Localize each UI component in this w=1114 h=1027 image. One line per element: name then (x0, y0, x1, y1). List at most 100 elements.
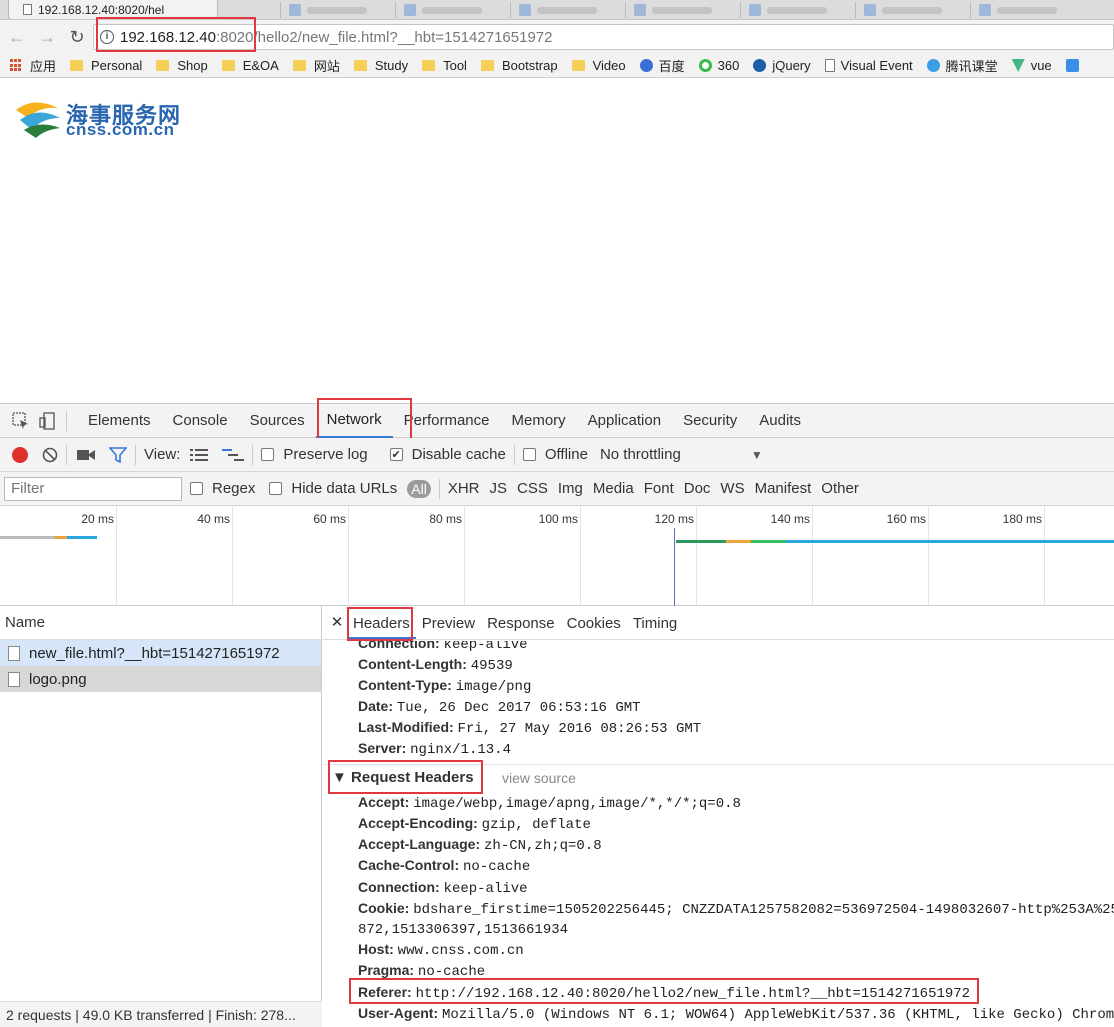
bookmark-visual-event[interactable]: Visual Event (824, 58, 913, 73)
detail-tab-timing[interactable]: Timing (627, 615, 683, 639)
bookmark-folder[interactable]: 网站 (292, 56, 340, 75)
filter-type-doc[interactable]: Doc (684, 480, 711, 497)
devtools-tab-audits[interactable]: Audits (748, 404, 812, 438)
forward-button[interactable]: → (34, 24, 60, 50)
filter-type-other[interactable]: Other (821, 480, 859, 497)
browser-tab[interactable] (395, 2, 482, 18)
bookmark-tencent[interactable]: 腾讯课堂 (926, 56, 998, 75)
tencent-icon (926, 59, 940, 72)
filter-type-css[interactable]: CSS (517, 480, 548, 497)
logo-domain: cnss.com.cn (66, 120, 175, 139)
bookmark-folder[interactable]: Tool (422, 58, 467, 73)
view-label: View: (144, 446, 181, 463)
record-button[interactable] (12, 446, 28, 463)
vue-icon (1011, 59, 1025, 72)
filter-type-img[interactable]: Img (558, 480, 583, 497)
waterfall-overview-icon[interactable] (222, 448, 245, 462)
disable-cache-label: Disable cache (411, 446, 506, 463)
reload-button[interactable]: ↻ (64, 24, 90, 50)
bookmark-folder[interactable]: Video (571, 58, 626, 73)
address-bar[interactable]: i 192.168.12.40:8020/hello2/new_file.htm… (93, 24, 1114, 50)
hide-data-urls-checkbox[interactable] (269, 482, 283, 495)
devtools-tab-network[interactable]: Network (315, 404, 393, 438)
folder-icon (422, 60, 436, 71)
bookmark-360[interactable]: 360 (698, 58, 740, 73)
device-toolbar-icon[interactable] (34, 408, 60, 434)
browser-tab[interactable] (855, 2, 942, 18)
browser-tab[interactable] (970, 2, 1057, 18)
bookmark-folder[interactable]: Bootstrap (480, 58, 558, 73)
filter-type-font[interactable]: Font (644, 480, 674, 497)
devtools-tab-security[interactable]: Security (672, 404, 748, 438)
timeline-tick: 80 ms (429, 512, 462, 526)
request-row[interactable]: new_file.html?__hbt=1514271651972 (0, 640, 321, 666)
detail-tab-cookies[interactable]: Cookies (561, 615, 627, 639)
bookmark-label: 360 (717, 58, 740, 73)
devtools-tab-performance[interactable]: Performance (393, 404, 501, 438)
folder-icon (70, 60, 84, 71)
preserve-log-checkbox[interactable] (261, 448, 275, 461)
request-header-line: Referer: http://192.168.12.40:8020/hello… (358, 984, 971, 1002)
request-headers-section-toggle[interactable]: ▼ Request Headers (332, 769, 474, 786)
back-button[interactable]: ← (4, 24, 30, 50)
request-row[interactable]: logo.png (0, 666, 321, 692)
browser-tab-active[interactable]: 192.168.12.40:8020/hel (8, 0, 218, 19)
bookmark-folder[interactable]: Study (353, 58, 408, 73)
request-list-header-name[interactable]: Name (0, 606, 321, 640)
favicon-icon (289, 4, 301, 16)
filter-funnel-icon[interactable] (109, 446, 127, 463)
filter-type-ws[interactable]: WS (720, 480, 744, 497)
request-header-line: Host: www.cnss.com.cn (358, 941, 524, 959)
filter-type-xhr[interactable]: XHR (448, 480, 480, 497)
filter-type-media[interactable]: Media (593, 480, 634, 497)
detail-tab-headers[interactable]: Headers (347, 615, 416, 639)
devtools-tab-sources[interactable]: Sources (239, 404, 316, 438)
clear-icon[interactable] (42, 447, 58, 463)
bookmark-vue[interactable]: vue (1011, 58, 1052, 73)
bookmark-baidu[interactable]: 百度 (639, 56, 685, 75)
regex-checkbox[interactable] (190, 482, 203, 495)
devtools-tab-console[interactable]: Console (162, 404, 239, 438)
baidu-icon (639, 59, 653, 72)
request-header-line: User-Agent: Mozilla/5.0 (Windows NT 6.1;… (358, 1005, 1114, 1023)
detail-tab-response[interactable]: Response (481, 615, 561, 639)
timeline-tick: 160 ms (886, 512, 926, 526)
bookmark-folder[interactable]: E&OA (221, 58, 279, 73)
devtools-tab-elements[interactable]: Elements (77, 404, 162, 438)
screenshot-camera-icon[interactable] (77, 448, 95, 462)
devtools-tab-application[interactable]: Application (577, 404, 672, 438)
bookmark-translate[interactable] (1065, 59, 1085, 72)
browser-tab[interactable] (510, 2, 597, 18)
info-icon[interactable]: i (100, 30, 114, 44)
view-source-link[interactable]: view source (502, 770, 576, 786)
devtools-tab-memory[interactable]: Memory (501, 404, 577, 438)
timeline-bar (726, 540, 751, 543)
chevron-down-icon[interactable]: ▼ (751, 448, 763, 462)
browser-tab[interactable] (740, 2, 827, 18)
bookmark-folder[interactable]: Shop (156, 58, 208, 73)
bookmark-jquery[interactable]: jQuery (753, 58, 811, 73)
response-header-line: Content-Type: image/png (358, 677, 532, 695)
bookmark-folder[interactable]: Personal (70, 58, 142, 73)
browser-tab[interactable] (625, 2, 712, 18)
timeline-tick: 20 ms (81, 512, 114, 526)
inspect-element-icon[interactable] (8, 408, 34, 434)
filter-type-manifest[interactable]: Manifest (755, 480, 812, 497)
disable-cache-checkbox[interactable]: ✔ (389, 448, 403, 461)
throttling-select[interactable]: No throttling (600, 446, 681, 463)
filter-input[interactable] (4, 476, 182, 501)
network-overview-timeline[interactable]: 20 ms 40 ms 60 ms 80 ms 100 ms 120 ms 14… (0, 506, 1114, 606)
close-icon[interactable]: ✕ (327, 613, 347, 639)
response-header-line: Server: nginx/1.13.4 (358, 740, 511, 758)
detail-tab-preview[interactable]: Preview (416, 615, 481, 639)
bookmark-label: Visual Event (840, 58, 913, 73)
bookmark-apps[interactable]: 应用 (10, 56, 56, 75)
jquery-icon (753, 59, 767, 72)
browser-tab[interactable] (280, 2, 367, 18)
filter-type-js[interactable]: JS (489, 480, 507, 497)
large-rows-icon[interactable] (190, 448, 209, 462)
offline-checkbox[interactable] (522, 448, 536, 461)
site-logo[interactable]: 海事服务网 cnss.com.cn (14, 96, 194, 142)
filter-type-all[interactable]: All (407, 479, 431, 498)
dom-content-loaded-line (674, 528, 675, 606)
